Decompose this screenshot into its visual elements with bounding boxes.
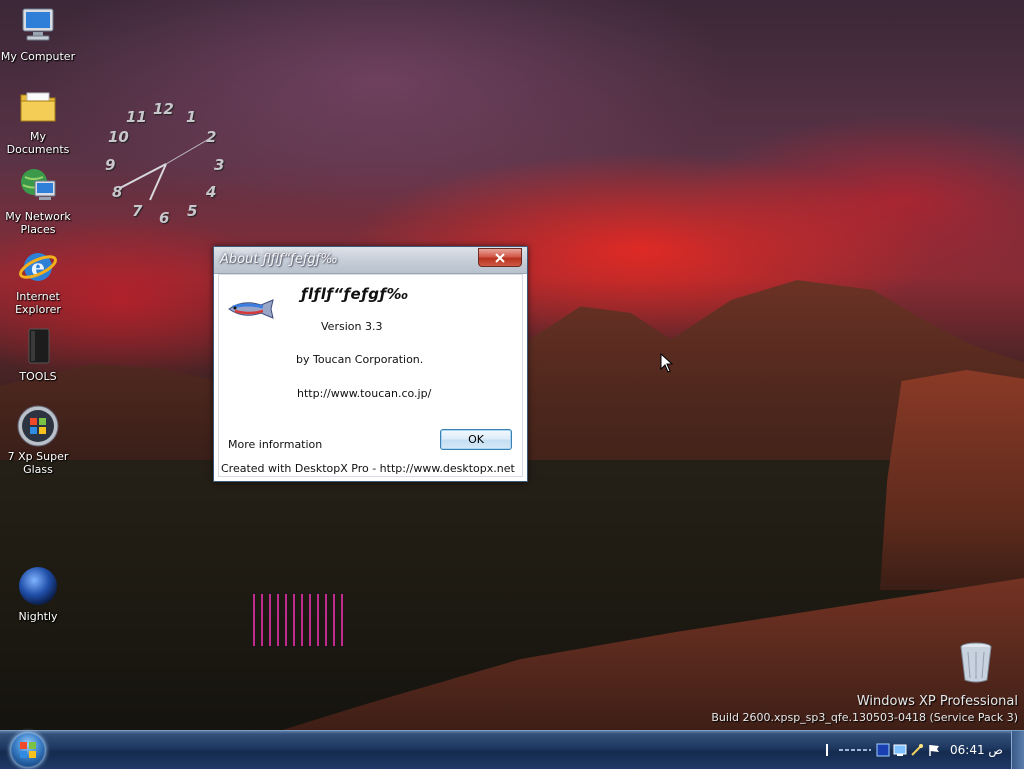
- close-button[interactable]: [478, 248, 522, 267]
- desktop-icon-tools[interactable]: TOOLS: [0, 320, 76, 383]
- dialog-titlebar[interactable]: About ƒlƒlƒ“ƒeƒgƒ‰: [214, 247, 527, 274]
- desktop-icon-label: My Computer: [0, 50, 76, 63]
- analog-clock-widget[interactable]: 12 1 2 3 4 5 6 7 8 9 10 11: [96, 96, 236, 236]
- desktop-icon-label: My Network Places: [5, 210, 71, 236]
- app-name: ƒlƒlƒ“ƒeƒgƒ‰: [301, 285, 409, 303]
- version-text: Version 3.3: [321, 320, 383, 333]
- more-information-link[interactable]: More information: [228, 438, 322, 451]
- footer-text: Created with DesktopX Pro - http://www.d…: [221, 462, 515, 475]
- desktop-icon-label: 7 Xp Super Glass: [7, 450, 69, 476]
- wand-tray-icon[interactable]: [910, 743, 924, 757]
- internet-explorer-icon: e: [16, 244, 60, 288]
- mouse-cursor-icon: [660, 353, 674, 373]
- network-activity-icon[interactable]: [837, 743, 873, 757]
- windows-orb-icon: [16, 404, 60, 448]
- computer-icon: [16, 4, 60, 48]
- close-icon: [495, 252, 505, 263]
- tray-expand-icon[interactable]: [820, 743, 834, 757]
- folder-icon: [16, 84, 60, 128]
- desktop-icon-internet-explorer[interactable]: e Internet Explorer: [0, 240, 76, 316]
- os-watermark-build: Build 2600.xpsp_sp3_qfe.130503-0418 (Ser…: [711, 711, 1018, 724]
- desktop-icon-label: Internet Explorer: [15, 290, 61, 316]
- desktop-icon-my-network-places[interactable]: My Network Places: [0, 160, 76, 236]
- desktop-icon-my-computer[interactable]: My Computer: [0, 0, 76, 63]
- about-dialog: About ƒlƒlƒ“ƒeƒgƒ‰ ƒlƒlƒ“ƒeƒgƒ‰ Version …: [213, 246, 528, 482]
- desktop[interactable]: My Computer My Documents My Network Plac…: [0, 0, 1024, 730]
- dialog-client-area: ƒlƒlƒ“ƒeƒgƒ‰ Version 3.3 by Toucan Corpo…: [218, 274, 523, 477]
- recycle-bin-icon: [960, 642, 992, 683]
- windows-logo-icon: [20, 742, 36, 758]
- website-link[interactable]: http://www.toucan.co.jp/: [297, 387, 431, 400]
- tools-icon: [16, 324, 60, 368]
- visualizer-widget: [253, 594, 343, 646]
- desktop-icon-recycle-bin[interactable]: [946, 640, 1006, 688]
- company-text: by Toucan Corporation.: [296, 353, 424, 366]
- desktop-icon-label: My Documents: [6, 130, 70, 156]
- desktop-icon-label: TOOLS: [19, 370, 57, 383]
- system-tray: 06:41 ص: [820, 731, 1024, 769]
- fish-logo-icon: [225, 297, 279, 325]
- network-icon: [16, 164, 60, 208]
- desktop-icon-label: Nightly: [18, 610, 58, 623]
- desktop-icon-nightly[interactable]: Nightly: [0, 560, 76, 623]
- display-tray-icon[interactable]: [876, 743, 890, 757]
- desktop-icon-7-xp-super-glass[interactable]: 7 Xp Super Glass: [0, 400, 76, 476]
- ok-button[interactable]: OK: [440, 429, 512, 450]
- desktop-icon-my-documents[interactable]: My Documents: [0, 80, 76, 156]
- monitor-tray-icon[interactable]: [893, 743, 907, 757]
- dialog-title: About ƒlƒlƒ“ƒeƒgƒ‰: [220, 252, 338, 267]
- globe-icon: [16, 564, 60, 608]
- flag-tray-icon[interactable]: [927, 743, 941, 757]
- taskbar-clock[interactable]: 06:41 ص: [950, 743, 1003, 757]
- start-button[interactable]: [10, 732, 46, 768]
- rock-spire: [880, 370, 1024, 590]
- show-desktop-button[interactable]: [1011, 731, 1024, 769]
- clock-hands: [119, 135, 215, 201]
- os-watermark-title: Windows XP Professional: [856, 694, 1018, 709]
- taskbar: 06:41 ص: [0, 730, 1024, 769]
